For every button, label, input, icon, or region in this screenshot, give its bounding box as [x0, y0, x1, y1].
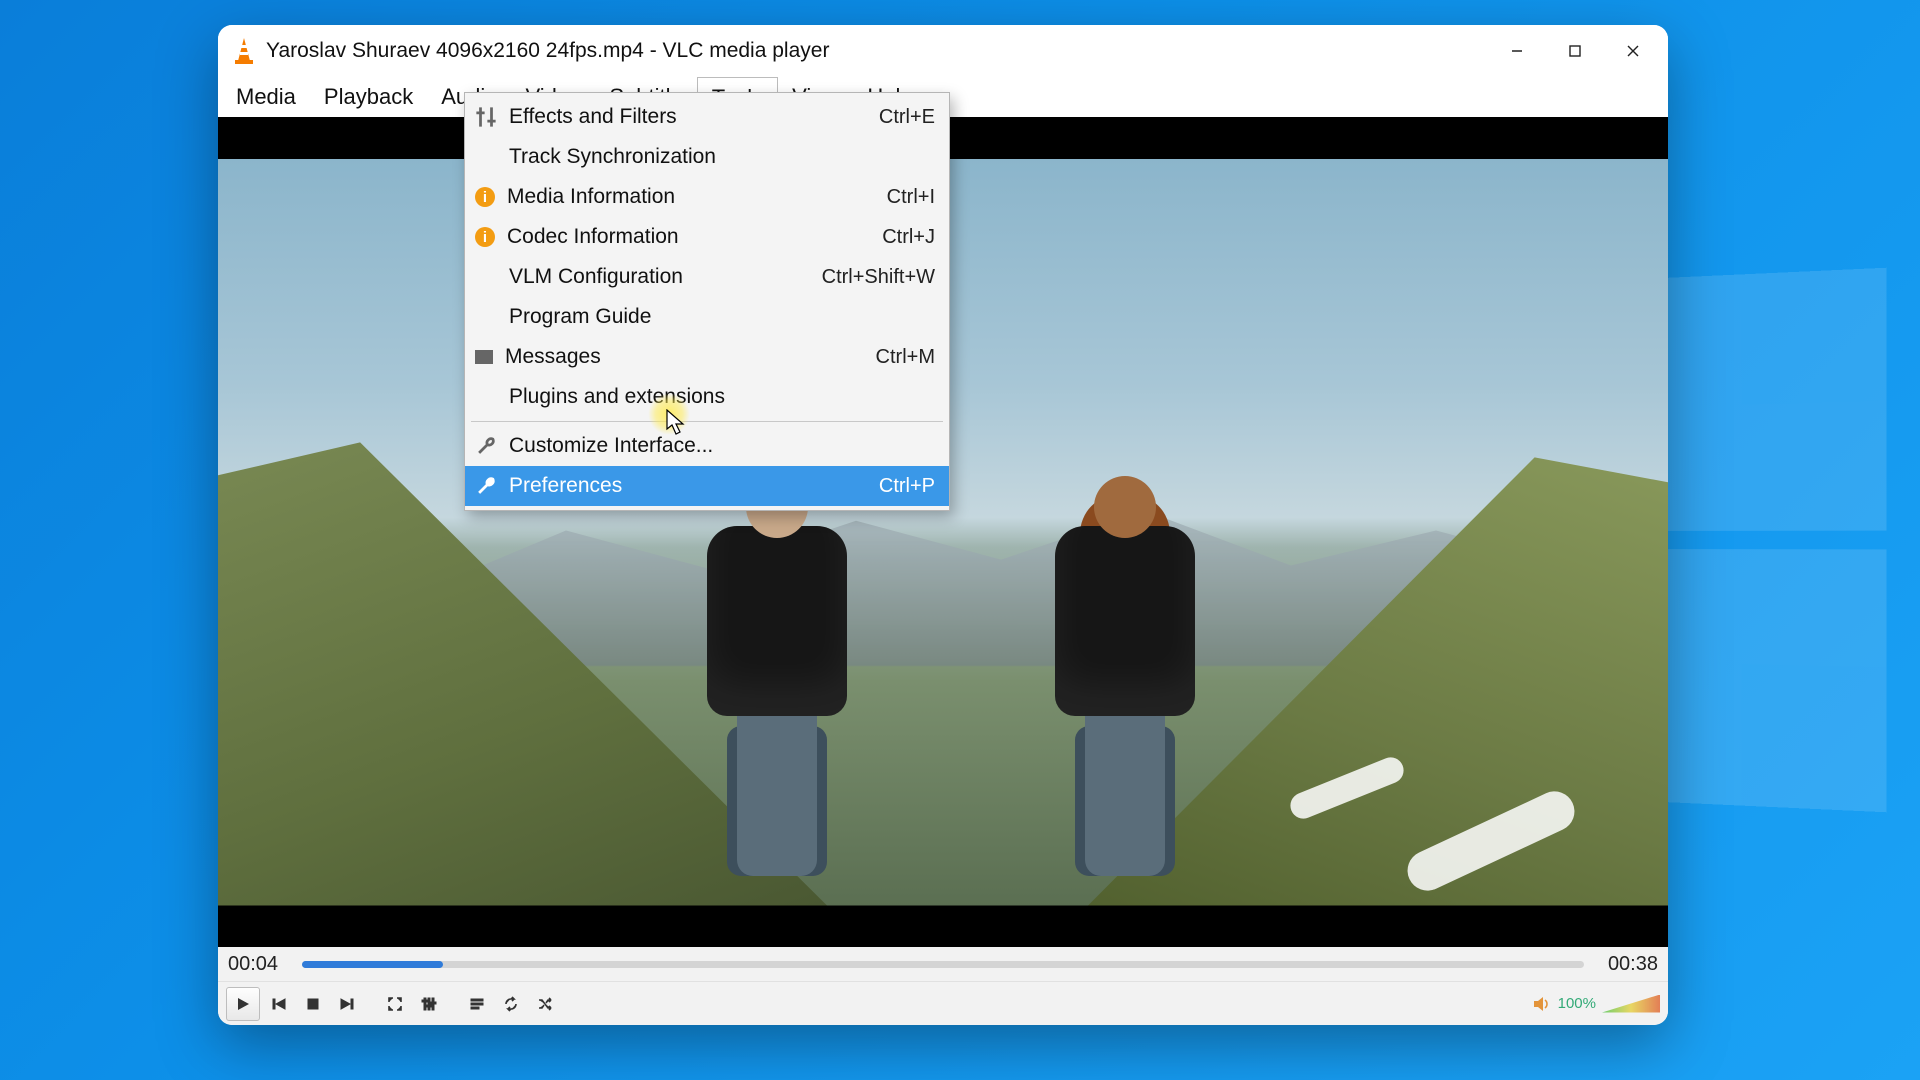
menu-item-preferences[interactable]: Preferences Ctrl+P: [465, 466, 949, 506]
menu-item-media-information[interactable]: i Media Information Ctrl+I: [465, 177, 949, 217]
volume-slider[interactable]: [1602, 995, 1660, 1013]
close-button[interactable]: [1604, 30, 1662, 72]
menu-item-program-guide[interactable]: Program Guide: [465, 297, 949, 337]
wrench-icon: [475, 435, 497, 457]
vlc-cone-icon: [232, 37, 256, 65]
info-icon: i: [475, 227, 495, 247]
menu-item-label: Plugins and extensions: [509, 385, 923, 409]
play-button[interactable]: [226, 987, 260, 1021]
shuffle-button[interactable]: [530, 989, 560, 1019]
menu-item-track-synchronization[interactable]: Track Synchronization: [465, 137, 949, 177]
menu-item-vlm-configuration[interactable]: VLM Configuration Ctrl+Shift+W: [465, 257, 949, 297]
menu-item-messages[interactable]: Messages Ctrl+M: [465, 337, 949, 377]
total-time[interactable]: 00:38: [1598, 953, 1658, 976]
menu-playback[interactable]: Playback: [310, 77, 427, 117]
tools-dropdown-menu: Effects and Filters Ctrl+E Track Synchroni…: [464, 92, 950, 511]
elapsed-time[interactable]: 00:04: [228, 953, 288, 976]
stop-button[interactable]: [298, 989, 328, 1019]
seek-bar[interactable]: [302, 961, 1584, 968]
speaker-icon: [1532, 994, 1552, 1014]
menu-media[interactable]: Media: [222, 77, 310, 117]
maximize-button[interactable]: [1546, 30, 1604, 72]
progress-row: 00:04 00:38: [218, 947, 1668, 981]
menu-item-label: Effects and Filters: [509, 105, 867, 129]
next-button[interactable]: [332, 989, 362, 1019]
volume-control[interactable]: 100%: [1532, 994, 1660, 1014]
menu-separator: [471, 421, 943, 422]
menu-item-label: Codec Information: [507, 225, 870, 249]
mouse-cursor: [660, 405, 688, 433]
minimize-button[interactable]: [1488, 30, 1546, 72]
info-icon: i: [475, 187, 495, 207]
controls-row: 100%: [218, 981, 1668, 1025]
menu-item-shortcut: Ctrl+E: [879, 106, 935, 129]
menu-item-codec-information[interactable]: i Codec Information Ctrl+J: [465, 217, 949, 257]
fullscreen-button[interactable]: [380, 989, 410, 1019]
menu-item-label: Preferences: [509, 474, 867, 498]
menu-item-shortcut: Ctrl+I: [887, 186, 935, 209]
menu-item-plugins-and-extensions[interactable]: Plugins and extensions: [465, 377, 949, 417]
menu-item-label: Messages: [505, 345, 864, 369]
volume-percent: 100%: [1558, 995, 1596, 1012]
playlist-button[interactable]: [462, 989, 492, 1019]
menu-item-label: Customize Interface...: [509, 434, 923, 458]
blank-icon: [475, 386, 497, 408]
blank-icon: [475, 306, 497, 328]
menu-item-customize-interface[interactable]: Customize Interface...: [465, 426, 949, 466]
wrench-icon: [475, 475, 497, 497]
menu-item-shortcut: Ctrl+Shift+W: [822, 266, 935, 289]
titlebar: Yaroslav Shuraev 4096x2160 24fps.mp4 - V…: [218, 25, 1668, 77]
blank-icon: [475, 146, 497, 168]
menu-item-label: Media Information: [507, 185, 875, 209]
menu-item-label: Program Guide: [509, 305, 923, 329]
previous-button[interactable]: [264, 989, 294, 1019]
messages-icon: [475, 350, 493, 364]
blank-icon: [475, 266, 497, 288]
menu-item-shortcut: Ctrl+P: [879, 475, 935, 498]
menu-item-label: VLM Configuration: [509, 265, 810, 289]
menu-item-shortcut: Ctrl+M: [876, 346, 935, 369]
extended-settings-button[interactable]: [414, 989, 444, 1019]
window-title: Yaroslav Shuraev 4096x2160 24fps.mp4 - V…: [266, 39, 1488, 63]
menu-item-effects-and-filters[interactable]: Effects and Filters Ctrl+E: [465, 97, 949, 137]
menu-item-shortcut: Ctrl+J: [882, 226, 935, 249]
sliders-icon: [475, 106, 497, 128]
loop-button[interactable]: [496, 989, 526, 1019]
menu-item-label: Track Synchronization: [509, 145, 923, 169]
